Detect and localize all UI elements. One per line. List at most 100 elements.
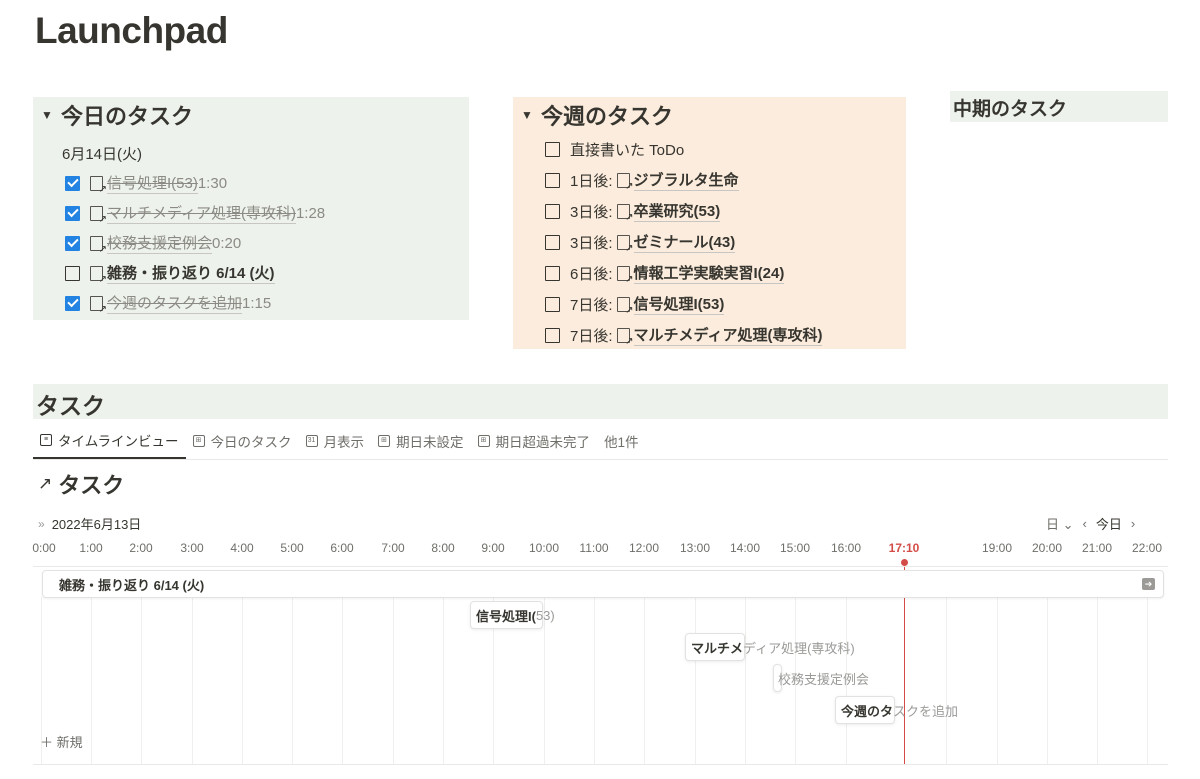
new-label: 新規 — [56, 735, 83, 750]
grid-line — [997, 597, 998, 764]
next-icon[interactable]: › — [1131, 516, 1135, 531]
grid-line — [594, 597, 595, 764]
checkbox[interactable] — [545, 203, 560, 219]
page-link-icon — [616, 172, 634, 192]
grid-line — [946, 597, 947, 764]
table-icon: ⊞ — [192, 435, 205, 447]
week-toggle[interactable]: ▼ 今週のタスク — [521, 99, 673, 131]
checkbox[interactable] — [65, 235, 80, 251]
grid-line — [443, 597, 444, 764]
todo-item: 7日後: 信号処理I(53) — [545, 292, 725, 316]
more-views-button[interactable]: 他1件 — [597, 431, 646, 451]
grid-line — [342, 597, 343, 764]
checkbox[interactable] — [65, 205, 80, 221]
grid-line — [644, 597, 645, 764]
todo-item: 1日後: ジブラルタ生命 — [545, 168, 739, 192]
days-until: 7日後: — [570, 327, 613, 345]
timeline-bar[interactable]: 信号処理I(53) — [470, 601, 555, 629]
linked-db-arrow-icon: ↗ — [38, 474, 53, 493]
tasks-section-title: タスク — [36, 393, 105, 419]
zoom-unit-select[interactable]: 日 ⌄ — [1046, 514, 1074, 533]
timeline-allday-bar[interactable]: 雑務・振り返り 6/14 (火) ➔ — [42, 570, 1164, 598]
bar-label-overflow: スクを追加 — [893, 703, 959, 719]
open-arrow-icon[interactable]: ➔ — [1142, 578, 1155, 590]
tasks-section-header: タスク — [33, 384, 1168, 419]
grid-line — [192, 597, 193, 764]
todo-item: 6日後: 情報工学実験実習I(24) — [545, 261, 785, 285]
timeline-grid: 雑務・振り返り 6/14 (火) ➔ 信号処理I(53) マルチメ ディア処理(専… — [33, 566, 1168, 765]
new-task-button[interactable]: ＋ 新規 — [40, 732, 83, 751]
timeline-bar[interactable]: マルチメ ディア処理(専攻科) — [685, 633, 855, 661]
calendar-icon: 31 — [305, 435, 318, 447]
tab-today[interactable]: ⊞ 今日のタスク — [186, 423, 299, 459]
page-link[interactable]: ジブラルタ生命 — [633, 169, 739, 191]
hour-label: 5:00 — [280, 541, 304, 555]
table-icon: ⊞ — [378, 435, 391, 447]
page-link[interactable]: 信号処理I(53) — [633, 293, 725, 315]
checkbox[interactable] — [65, 175, 80, 191]
hour-label: 0:00 — [32, 541, 56, 555]
hour-label: 3:00 — [180, 541, 204, 555]
expand-chevrons-icon[interactable]: » — [38, 517, 45, 531]
page-link-icon — [616, 203, 634, 223]
todo-item: マルチメディア処理(専攻科) 1:28 — [65, 201, 325, 225]
grid-line — [141, 597, 142, 764]
checkbox[interactable] — [545, 296, 560, 312]
time-spent: 1:30 — [197, 174, 228, 192]
todo-item: 直接書いた ToDo — [545, 137, 684, 161]
page-link[interactable]: 卒業研究(53) — [633, 200, 721, 222]
todo-item: 信号処理I(53) 1:30 — [65, 171, 227, 195]
page-link[interactable]: 雑務・振り返り 6/14 (火) — [107, 262, 275, 284]
hour-label: 7:00 — [381, 541, 405, 555]
checkbox[interactable] — [545, 172, 560, 188]
page-link[interactable]: 校務支援定例会 — [107, 232, 213, 254]
page-link-icon — [90, 175, 107, 195]
grid-line — [1097, 597, 1098, 764]
today-toggle[interactable]: ▼ 今日のタスク — [41, 99, 193, 131]
hour-label: 11:00 — [579, 541, 609, 555]
page-link[interactable]: 信号処理I(53) — [107, 172, 198, 194]
page-link[interactable]: 今週のタスクを追加 — [107, 292, 243, 314]
prev-icon[interactable]: ‹ — [1083, 516, 1087, 531]
hour-label: 8:00 — [431, 541, 455, 555]
page-link[interactable]: ゼミナール(43) — [633, 231, 736, 253]
week-tasks-callout: ▼ 今週のタスク 直接書いた ToDo 1日後: ジブラルタ生命 3日後: 卒業… — [513, 97, 906, 349]
grid-line — [1147, 597, 1148, 764]
tab-timeline[interactable]: ≡ タイムラインビュー — [33, 423, 186, 459]
todo-item: 3日後: 卒業研究(53) — [545, 199, 721, 223]
page-link[interactable]: マルチメディア処理(専攻科) — [633, 324, 823, 346]
page-link-icon — [90, 265, 107, 285]
page-link[interactable]: 情報工学実験実習I(24) — [633, 262, 785, 284]
todo-item: 3日後: ゼミナール(43) — [545, 230, 736, 254]
todo-item: 今週のタスクを追加 1:15 — [65, 291, 271, 315]
timeline-bar[interactable]: 校務支援定例会 — [773, 664, 869, 692]
time-spent: 1:28 — [295, 204, 326, 222]
hour-label: 21:00 — [1081, 541, 1113, 555]
grid-line — [91, 597, 92, 764]
checkbox[interactable] — [545, 265, 560, 281]
mid-title: 中期のタスク — [953, 99, 1068, 120]
page-title: Launchpad — [35, 10, 228, 51]
checkbox[interactable] — [65, 295, 80, 311]
checkbox[interactable] — [545, 234, 560, 250]
tab-overdue[interactable]: ⊞ 期日超過未完了 — [471, 423, 598, 459]
page-link[interactable]: マルチメディア処理(専攻科) — [107, 202, 296, 224]
today-button[interactable]: 今日 — [1096, 514, 1122, 533]
timeline-header: » 2022年6月13日 — [38, 514, 141, 533]
checkbox[interactable] — [545, 141, 560, 157]
tab-no-due[interactable]: ⊞ 期日未設定 — [371, 423, 471, 459]
bar-label: マルチメ — [691, 640, 744, 656]
grid-line — [1047, 597, 1048, 764]
toggle-triangle-icon[interactable]: ▼ — [521, 108, 541, 122]
grid-line — [292, 597, 293, 764]
toggle-triangle-icon[interactable]: ▼ — [41, 108, 61, 122]
checkbox[interactable] — [545, 327, 560, 343]
timeline-bar[interactable]: 今週のタ スクを追加 — [835, 696, 958, 724]
checkbox[interactable] — [65, 265, 80, 281]
page-link-icon — [90, 235, 107, 255]
database-title[interactable]: ↗ タスク — [38, 468, 124, 500]
today-date: 6月14日(火) — [62, 146, 143, 163]
tab-calendar[interactable]: 31 月表示 — [299, 423, 372, 459]
hour-label: 1:00 — [79, 541, 103, 555]
today-title: 今日のタスク — [61, 104, 194, 129]
